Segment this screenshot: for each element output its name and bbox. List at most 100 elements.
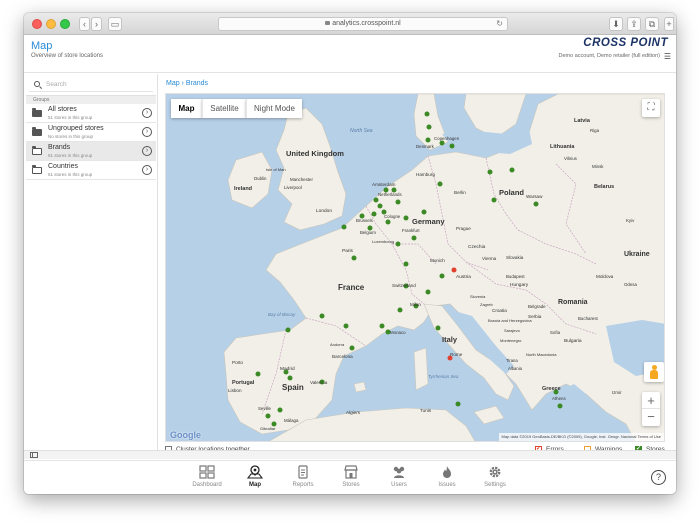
store-marker[interactable] [265,413,271,419]
store-marker[interactable] [437,181,443,187]
store-marker[interactable] [509,167,515,173]
chevron-right-circle-icon[interactable]: › [142,165,152,175]
minimize-window-button[interactable] [46,19,56,29]
store-marker[interactable] [425,137,431,143]
map-canvas[interactable]: North Sea Bay of Biscay Tyrrhenian Sea U… [166,94,665,442]
zoom-out-button[interactable]: − [642,409,660,426]
error-marker[interactable] [451,267,457,273]
store-marker[interactable] [449,143,455,149]
group-item-ungrouped-stores[interactable]: Ungrouped stores No stores in this group… [26,123,156,142]
store-marker[interactable] [371,211,377,217]
fullscreen-button[interactable]: ⛶ [642,99,660,117]
label-austria: Austria [456,274,471,280]
group-item-all-stores[interactable]: All stores 51 stores in this group › [26,104,156,123]
store-marker[interactable] [455,401,461,407]
map-attribution[interactable]: Map data ©2019 GeoBasis-DE/BKG (©2009), … [498,433,664,441]
forward-button[interactable]: › [91,17,102,31]
label-luxembourg: Luxembourg [372,239,394,244]
nav-settings[interactable]: Settings [472,464,518,494]
store-marker[interactable] [395,241,401,247]
map-type-map[interactable]: Map [171,99,202,118]
store-marker[interactable] [421,209,427,215]
help-button[interactable]: ? [651,470,666,485]
nav-label: Dashboard [192,482,222,488]
store-marker[interactable] [439,140,445,146]
store-marker[interactable] [487,169,493,175]
chevron-right-circle-icon[interactable]: › [142,146,152,156]
store-marker[interactable] [395,199,401,205]
group-item-brands[interactable]: Brands 51 stores in this group › [26,142,156,161]
nav-users[interactable]: Users [376,464,422,494]
label-prague: Prague [456,226,471,231]
nav-map[interactable]: Map [232,464,278,494]
store-marker[interactable] [351,255,357,261]
label-athens: Athens [552,396,566,401]
maximize-window-button[interactable] [60,19,70,29]
downloads-button[interactable]: ⬇ [609,17,623,31]
store-marker[interactable] [403,261,409,267]
store-marker[interactable] [439,273,445,279]
dashboard-icon [199,465,215,479]
tabs-button[interactable]: ⧉ [645,17,659,31]
search-input[interactable]: Search [29,77,153,92]
nav-reports[interactable]: Reports [280,464,326,494]
street-view-button[interactable] [644,362,664,382]
address-bar[interactable]: analytics.crosspoint.nl ↻ [218,17,508,31]
panel-toggle-icon[interactable] [30,452,38,458]
store-marker[interactable] [426,124,432,130]
label-budapest: Budapest [506,274,525,279]
new-tab-button[interactable]: + [664,17,674,31]
nav-dashboard[interactable]: Dashboard [184,464,230,494]
store-marker[interactable] [411,235,417,241]
folder-icon [32,108,42,117]
store-marker[interactable] [424,111,430,117]
label-albania: Albania [508,366,523,371]
store-marker[interactable] [379,323,385,329]
store-marker[interactable] [343,323,349,329]
chevron-right-circle-icon[interactable]: › [142,108,152,118]
store-marker[interactable] [255,371,261,377]
app-header: Map Overview of store locations CROSS PO… [24,35,676,73]
close-window-button[interactable] [32,19,42,29]
store-marker[interactable] [287,375,293,381]
store-marker[interactable] [557,403,563,409]
breadcrumb[interactable]: Map › Brands [166,80,208,87]
zoom-in-button[interactable]: + [642,392,660,409]
chevron-right-circle-icon[interactable]: › [142,127,152,137]
store-marker[interactable] [397,307,403,313]
download-icon: ⬇ [612,19,620,29]
store-marker[interactable] [533,201,539,207]
store-marker[interactable] [403,215,409,221]
reload-icon[interactable]: ↻ [496,18,503,30]
store-marker[interactable] [491,197,497,203]
back-button[interactable]: ‹ [79,17,90,31]
label-frankfurt: Frankfurt [402,228,420,233]
share-button[interactable]: ⇪ [627,17,641,31]
store-marker[interactable] [377,203,383,209]
group-name: Countries [48,163,78,170]
store-marker[interactable] [425,289,431,295]
store-marker[interactable] [285,327,291,333]
folder-icon [32,127,42,136]
store-marker[interactable] [373,197,379,203]
label-amsterdam: Amsterdam [372,182,396,187]
store-map[interactable]: North Sea Bay of Biscay Tyrrhenian Sea U… [165,93,665,442]
store-marker[interactable] [349,345,355,351]
store-marker[interactable] [319,313,325,319]
store-marker[interactable] [385,219,391,225]
map-type-satellite[interactable]: Satellite [202,99,246,118]
brand-logo[interactable]: CROSS POINT [583,37,668,49]
menu-icon[interactable]: ☰ [664,52,671,61]
label-moldova: Moldova [596,274,614,279]
google-logo[interactable]: Google [170,430,201,440]
label-belgium: Belgium [360,230,376,235]
nav-stores[interactable]: Stores [328,464,374,494]
chevron-left-icon: ‹ [83,19,86,29]
group-item-countries[interactable]: Countries 51 stores in this group › [26,161,156,180]
map-type-night-mode[interactable]: Night Mode [246,99,302,118]
nav-issues[interactable]: Issues [424,464,470,494]
store-marker[interactable] [435,325,441,331]
store-marker[interactable] [277,407,283,413]
sidebar-toggle-button[interactable]: ▭ [108,17,122,31]
store-marker[interactable] [341,224,347,230]
